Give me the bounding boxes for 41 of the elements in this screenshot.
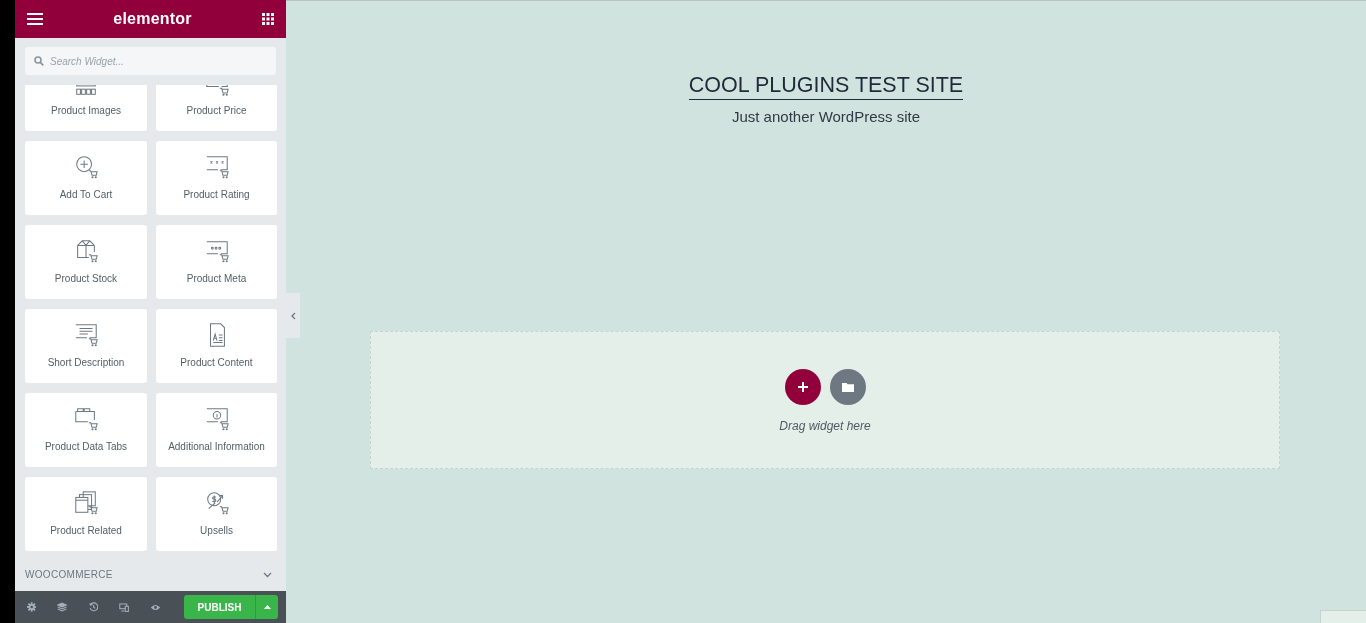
widget-card[interactable]: Product Content <box>156 309 277 383</box>
chevron-left-icon <box>290 311 296 320</box>
widget-card[interactable]: Product Price <box>156 85 277 131</box>
logo: elementor <box>113 9 192 29</box>
folder-icon <box>73 406 99 432</box>
widget-card[interactable]: Product Meta <box>156 225 277 299</box>
site-tagline: Just another WordPress site <box>731 107 921 127</box>
price-tag-icon <box>203 85 230 96</box>
gallery-icon <box>73 85 99 96</box>
stacked-windows-icon <box>73 490 99 516</box>
widget-card[interactable]: Product Related <box>25 477 147 551</box>
search-field[interactable]: Search Widget... <box>25 47 276 75</box>
history-icon[interactable] <box>88 601 98 613</box>
plus-icon <box>797 381 808 392</box>
add-section-button[interactable] <box>784 368 821 405</box>
caret-icon <box>263 605 271 609</box>
widget-card[interactable]: Short Description <box>25 309 147 383</box>
category-title: WOOCOMMERCE <box>25 568 113 582</box>
settings-icon[interactable] <box>27 601 37 613</box>
widget-card[interactable]: Add To Cart <box>25 141 147 215</box>
widget-card[interactable]: Product Data Tabs <box>25 393 147 467</box>
add-template-button[interactable] <box>829 368 866 405</box>
drop-hint: Drag widget here <box>779 417 871 435</box>
drop-area[interactable]: Drag widget here <box>370 330 1280 469</box>
text-lines-icon <box>73 322 99 348</box>
site-title[interactable]: COOL PLUGINS TEST SITE <box>688 72 964 100</box>
responsive-icon[interactable] <box>118 601 130 613</box>
layers-icon[interactable] <box>57 601 68 613</box>
widget-card[interactable]: Product Images <box>25 85 147 131</box>
folder-icon <box>841 381 854 392</box>
widget-card[interactable]: Additional Information <box>156 393 277 467</box>
chevron-icon[interactable] <box>263 571 272 578</box>
publish-options-button[interactable] <box>256 595 278 619</box>
widget-card[interactable]: Upsells <box>156 477 277 551</box>
add-to-cart-icon <box>73 154 99 180</box>
menu-icon[interactable] <box>27 13 43 25</box>
search-icon <box>34 56 44 66</box>
widget-card[interactable]: Product Stock <box>25 225 147 299</box>
widget-card[interactable]: Product Rating <box>156 141 277 215</box>
preview-icon[interactable] <box>150 602 161 612</box>
grid-icon[interactable] <box>262 13 274 25</box>
